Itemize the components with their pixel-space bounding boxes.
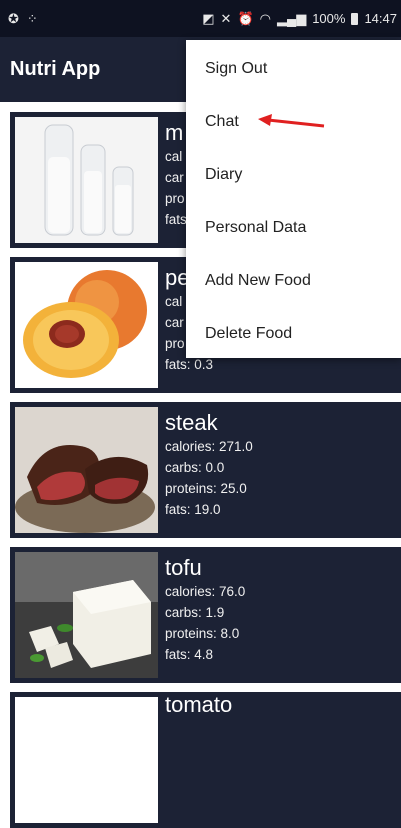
food-info: steak calories: 271.0 carbs: 0.0 protein… [165,410,253,520]
menu-item-add-new-food[interactable]: Add New Food [186,254,401,307]
status-bar: ✪ ⁘ ◩ ✕ ⏰ ◠ ▂▄▆ 100% 14:47 [0,0,401,37]
food-card-steak[interactable]: steak calories: 271.0 carbs: 0.0 protein… [10,402,401,538]
food-calories: cal [165,149,183,164]
food-name: tomato [165,692,233,717]
food-card-tofu[interactable]: tofu calories: 76.0 carbs: 1.9 proteins:… [10,547,401,683]
food-calories: calories: 271.0 [165,439,253,454]
food-info: tomato [165,692,232,718]
wifi-icon: ◠ [259,11,271,26]
menu-item-delete-food[interactable]: Delete Food [186,307,401,360]
notification-icon: ✪ [8,11,19,26]
menu-item-personal-data[interactable]: Personal Data [186,201,401,254]
mute-icon: ✕ [220,11,232,26]
nfc-icon: ◩ [202,11,215,26]
food-info: tofu calories: 76.0 carbs: 1.9 proteins:… [165,555,245,665]
food-proteins: pro [165,191,185,206]
food-proteins: proteins: 8.0 [165,626,240,641]
menu-item-diary[interactable]: Diary [186,148,401,201]
food-fats: fats: 19.0 [165,502,221,517]
food-name: m [165,120,184,145]
food-carbs: carbs: 1.9 [165,605,225,620]
battery-percent: 100% [312,11,346,26]
food-name: steak [165,410,218,435]
food-info: m cal car pro fats [165,120,187,230]
food-image-peach [15,262,158,388]
status-time: 14:47 [364,11,397,26]
battery-icon [351,12,359,25]
food-name: tofu [165,555,202,580]
app-title: Nutri App [10,58,101,80]
food-calories: calories: 76.0 [165,584,246,599]
grid-icon: ⁘ [26,11,38,26]
signal-icon: ▂▄▆ [276,11,307,26]
food-image-steak [15,407,158,533]
food-fats: fats [165,212,187,227]
food-image-tomato [15,697,158,823]
alarm-icon: ⏰ [237,11,254,26]
food-carbs: car [165,170,184,185]
red-arrow-icon [258,114,325,128]
food-carbs: carbs: 0.0 [165,460,225,475]
status-right-icons: ◩ ✕ ⏰ ◠ ▂▄▆ 100% 14:47 [202,0,397,37]
food-card-tomato[interactable]: tomato [10,692,401,828]
menu-item-sign-out[interactable]: Sign Out [186,42,401,95]
food-image-tofu [15,552,158,678]
food-proteins: proteins: 25.0 [165,481,247,496]
overflow-menu: Sign Out Chat Diary Personal Data Add Ne… [186,40,401,358]
food-image-milk [15,117,158,243]
status-left-icons: ✪ ⁘ [8,0,38,37]
food-fats: fats: 4.8 [165,647,214,662]
